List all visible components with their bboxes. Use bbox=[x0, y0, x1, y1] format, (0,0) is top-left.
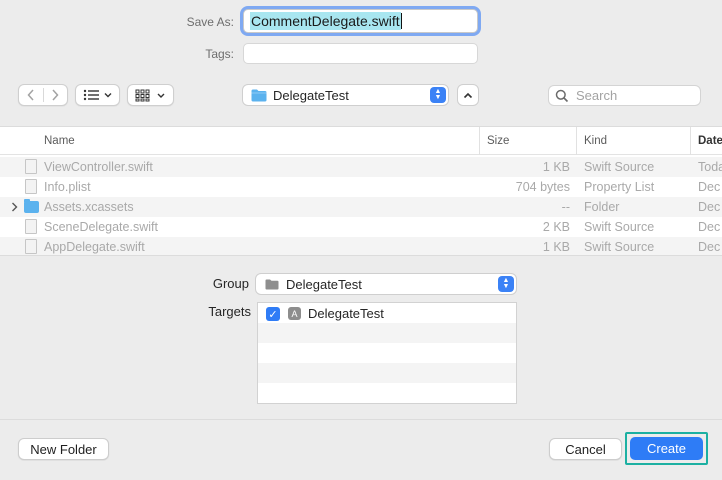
file-size: 1 KB bbox=[542, 160, 570, 174]
document-icon bbox=[25, 179, 37, 194]
chevron-up-down-icon: ▲ ▼ bbox=[430, 87, 446, 103]
folder-icon bbox=[251, 89, 267, 101]
list-view-button[interactable] bbox=[75, 84, 120, 106]
targets-label: Targets bbox=[208, 304, 251, 319]
file-name: Info.plist bbox=[44, 180, 91, 194]
file-name: SceneDelegate.swift bbox=[44, 220, 158, 234]
group-label: Group bbox=[212, 276, 249, 291]
create-button-highlight: Create bbox=[625, 432, 708, 465]
folder-icon bbox=[265, 279, 279, 289]
chevron-left-icon bbox=[27, 89, 34, 101]
text-caret bbox=[400, 13, 402, 29]
file-date: Dec bbox=[698, 240, 721, 254]
file-kind: Folder bbox=[584, 200, 620, 214]
file-size: -- bbox=[561, 200, 570, 214]
document-icon bbox=[25, 159, 37, 174]
chevron-up-down-icon: ▲ ▼ bbox=[498, 276, 514, 292]
document-icon bbox=[25, 219, 37, 234]
save-as-label: Save As: bbox=[186, 15, 234, 29]
search-placeholder: Search bbox=[576, 88, 618, 103]
tags-input[interactable] bbox=[243, 43, 478, 64]
column-size[interactable]: Size bbox=[487, 135, 509, 147]
collapse-button[interactable] bbox=[457, 84, 479, 106]
file-size: 704 bytes bbox=[515, 180, 570, 194]
group-popup[interactable]: DelegateTest ▲ ▼ bbox=[255, 273, 517, 295]
grid-view-button[interactable] bbox=[127, 84, 174, 106]
chevron-up-icon bbox=[463, 92, 473, 98]
search-field[interactable]: Search bbox=[548, 85, 701, 106]
save-as-text: CommentDelegate.swift bbox=[250, 12, 401, 30]
file-name: ViewController.swift bbox=[44, 160, 153, 174]
file-size: 2 KB bbox=[542, 220, 570, 234]
empty-row bbox=[258, 343, 516, 363]
target-name: DelegateTest bbox=[308, 306, 384, 321]
empty-row bbox=[258, 383, 516, 403]
forward-button[interactable] bbox=[44, 85, 68, 105]
location-popup[interactable]: DelegateTest ▲ ▼ bbox=[242, 84, 449, 106]
file-date: Dec bbox=[698, 220, 721, 234]
group-value: DelegateTest bbox=[286, 276, 362, 292]
new-folder-button[interactable]: New Folder bbox=[18, 438, 109, 460]
disclosure-triangle-icon[interactable] bbox=[11, 202, 18, 212]
grid-icon bbox=[135, 89, 164, 101]
file-list-header: Name Size Kind Date bbox=[0, 127, 722, 155]
column-name[interactable]: Name bbox=[44, 135, 75, 147]
table-row[interactable]: ViewController.swift 1 KB Swift Source T… bbox=[0, 157, 722, 177]
tags-label: Tags: bbox=[205, 47, 234, 61]
back-button[interactable] bbox=[19, 85, 43, 105]
empty-row bbox=[258, 363, 516, 383]
column-date[interactable]: Date bbox=[698, 135, 722, 147]
file-kind: Property List bbox=[584, 180, 655, 194]
save-as-input[interactable]: CommentDelegate.swift bbox=[243, 9, 478, 33]
table-row[interactable]: Assets.xcassets -- Folder Dec bbox=[0, 197, 722, 217]
app-target-icon: A bbox=[288, 307, 301, 320]
table-row[interactable]: AppDelegate.swift 1 KB Swift Source Dec bbox=[0, 237, 722, 255]
file-kind: Swift Source bbox=[584, 240, 655, 254]
file-date: Dec bbox=[698, 180, 721, 194]
table-row[interactable]: Info.plist 704 bytes Property List Dec bbox=[0, 177, 722, 197]
table-row[interactable]: SceneDelegate.swift 2 KB Swift Source De… bbox=[0, 217, 722, 237]
file-date: Dec bbox=[698, 200, 721, 214]
create-button[interactable]: Create bbox=[630, 437, 703, 460]
location-label: DelegateTest bbox=[273, 87, 349, 103]
target-item[interactable]: ✓ A DelegateTest bbox=[258, 303, 516, 323]
checkbox[interactable]: ✓ bbox=[266, 307, 280, 321]
cancel-button[interactable]: Cancel bbox=[549, 438, 622, 460]
nav-buttons bbox=[18, 84, 68, 106]
empty-row bbox=[258, 323, 516, 343]
file-kind: Swift Source bbox=[584, 160, 655, 174]
search-icon bbox=[555, 89, 569, 102]
file-list[interactable]: Name Size Kind Date ViewController.swift… bbox=[0, 126, 722, 256]
column-kind[interactable]: Kind bbox=[584, 135, 607, 147]
file-name: Assets.xcassets bbox=[44, 200, 134, 214]
document-icon bbox=[25, 239, 37, 254]
folder-icon bbox=[24, 199, 39, 213]
file-size: 1 KB bbox=[542, 240, 570, 254]
targets-list[interactable]: ✓ A DelegateTest bbox=[257, 302, 517, 404]
list-icon bbox=[83, 89, 111, 101]
divider bbox=[0, 419, 722, 420]
file-date: Toda bbox=[698, 160, 722, 174]
chevron-right-icon bbox=[52, 89, 59, 101]
file-kind: Swift Source bbox=[584, 220, 655, 234]
file-name: AppDelegate.swift bbox=[44, 240, 145, 254]
